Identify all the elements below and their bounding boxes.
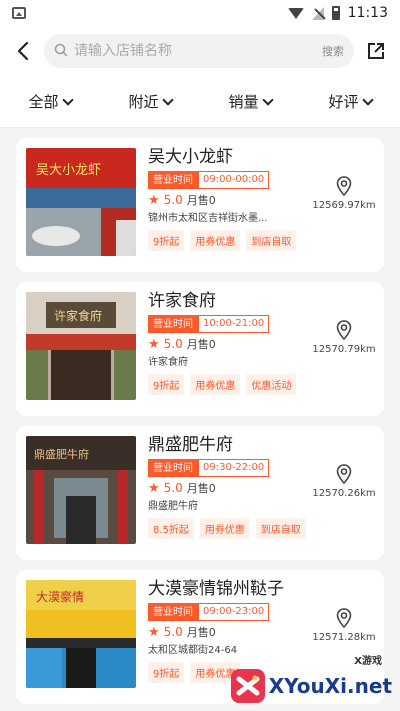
monthly-sales: 月售0 [186, 194, 216, 207]
promo-tag: 用券优惠 [199, 518, 250, 539]
search-bar[interactable]: 搜索 [44, 34, 354, 68]
store-card[interactable]: 吴大小龙虾 吴大小龙虾 营业时间 09:00-00:00 ★ 5.0 月售0 锦… [16, 138, 384, 272]
location-pin-icon [336, 608, 352, 628]
location-info[interactable]: 12569.97km [312, 176, 376, 211]
location-pin-icon [336, 320, 352, 340]
filter-nearby[interactable]: 附近 [128, 91, 174, 112]
filter-label: 全部 [28, 93, 59, 111]
hours-value: 10:00-21:00 [198, 315, 270, 333]
chevron-down-icon [61, 93, 74, 106]
promo-tags: 9折起 用券优惠 到店自取 [148, 230, 374, 251]
rating-score: 5.0 [163, 625, 183, 639]
gamepad-logo-icon [230, 669, 265, 703]
gallery-icon [12, 7, 26, 19]
store-photo: 许家食府 [26, 292, 136, 400]
watermark-small-text: X游戏 [354, 656, 382, 667]
monthly-sales: 月售0 [186, 338, 216, 351]
location-info[interactable]: 12570.26km [312, 464, 376, 499]
store-name: 吴大小龙虾 [148, 147, 233, 167]
promo-tag: 9折起 [148, 374, 185, 395]
promo-tag: 到店自取 [246, 230, 297, 251]
star-icon: ★ [148, 624, 160, 640]
rating-score: 5.0 [163, 337, 183, 351]
chevron-down-icon [261, 93, 274, 106]
store-address: 许家食府 [148, 357, 188, 368]
location-pin-icon [336, 464, 352, 484]
monthly-sales: 月售0 [186, 482, 216, 495]
distance: 12570.79km [312, 344, 376, 355]
promo-tag: 用券优惠 [190, 374, 241, 395]
hours-label: 营业时间 [148, 603, 198, 621]
store-card[interactable]: 鼎盛肥牛府 鼎盛肥牛府 营业时间 09:30-22:00 ★ 5.0 月售0 鼎… [16, 426, 384, 560]
store-address: 鼎盛肥牛府 [148, 501, 198, 512]
location-pin-icon [336, 176, 352, 196]
promo-tag: 9折起 [148, 662, 185, 683]
star-icon: ★ [148, 336, 160, 352]
status-time: 11:13 [347, 5, 388, 21]
filter-label: 好评 [328, 93, 359, 111]
promo-tag: 用券优惠 [190, 230, 241, 251]
store-sign-text: 许家食府 [54, 308, 102, 323]
star-icon: ★ [148, 480, 160, 496]
hours-value: 09:30-22:00 [198, 459, 270, 477]
store-name: 大漠豪情锦州鞑子 [148, 579, 284, 599]
location-info[interactable]: 12571.28km [312, 608, 376, 643]
promo-tag: 到店自取 [255, 518, 306, 539]
store-photo: 大漠豪情 [26, 580, 136, 688]
distance: 12569.97km [312, 200, 376, 211]
watermark: XYouXi.net [230, 669, 392, 703]
store-address: 锦州市太和区吉祥街水墨... [148, 213, 268, 224]
store-sign-text: 吴大小龙虾 [36, 163, 101, 178]
store-name: 鼎盛肥牛府 [148, 435, 233, 455]
store-card[interactable]: 许家食府 许家食府 营业时间 10:00-21:00 ★ 5.0 月售0 许家食… [16, 282, 384, 416]
filter-sales[interactable]: 销量 [228, 91, 274, 112]
battery-icon [331, 6, 340, 20]
promo-tags: 9折起 用券优惠 优惠活动 [148, 374, 374, 395]
hours-label: 营业时间 [148, 459, 198, 477]
rating-score: 5.0 [163, 481, 183, 495]
top-bar: 搜索 [0, 26, 400, 76]
filter-label: 附近 [128, 93, 159, 111]
hours-label: 营业时间 [148, 315, 198, 333]
store-sign-text: 鼎盛肥牛府 [34, 447, 89, 461]
status-bar: 11:13 [0, 0, 400, 26]
search-button[interactable]: 搜索 [322, 43, 344, 59]
hours-value: 09:00-23:00 [198, 603, 270, 621]
store-list: 吴大小龙虾 吴大小龙虾 营业时间 09:00-00:00 ★ 5.0 月售0 锦… [0, 128, 400, 704]
share-icon[interactable] [364, 39, 388, 63]
watermark-text: XYouXi.net [268, 674, 392, 698]
promo-tag: 优惠活动 [246, 374, 297, 395]
search-icon [54, 42, 68, 61]
distance: 12570.26km [312, 488, 376, 499]
filter-bar: 全部 附近 销量 好评 [0, 76, 400, 128]
store-sign-text: 大漠豪情 [36, 589, 84, 604]
hours-label: 营业时间 [148, 171, 198, 189]
store-photo: 鼎盛肥牛府 [26, 436, 136, 544]
chevron-down-icon [161, 93, 174, 106]
filter-label: 销量 [228, 93, 259, 111]
hours-value: 09:00-00:00 [198, 171, 270, 189]
wifi-icon [287, 7, 304, 19]
filter-rating[interactable]: 好评 [328, 91, 374, 112]
rating-score: 5.0 [163, 193, 183, 207]
promo-tag: 9折起 [148, 230, 185, 251]
monthly-sales: 月售0 [186, 626, 216, 639]
store-photo: 吴大小龙虾 [26, 148, 136, 256]
star-icon: ★ [148, 192, 160, 208]
location-info[interactable]: 12570.79km [312, 320, 376, 355]
filter-all[interactable]: 全部 [28, 91, 74, 112]
store-name: 许家食府 [148, 291, 216, 311]
back-arrow-icon[interactable] [12, 40, 34, 62]
store-address: 太和区城都街24-64 [148, 645, 238, 656]
signal-icon [311, 6, 324, 20]
distance: 12571.28km [312, 632, 376, 643]
promo-tags: 8.5折起 用券优惠 到店自取 [148, 518, 374, 539]
chevron-down-icon [361, 93, 374, 106]
search-input[interactable] [74, 43, 316, 59]
promo-tag: 8.5折起 [148, 518, 194, 539]
